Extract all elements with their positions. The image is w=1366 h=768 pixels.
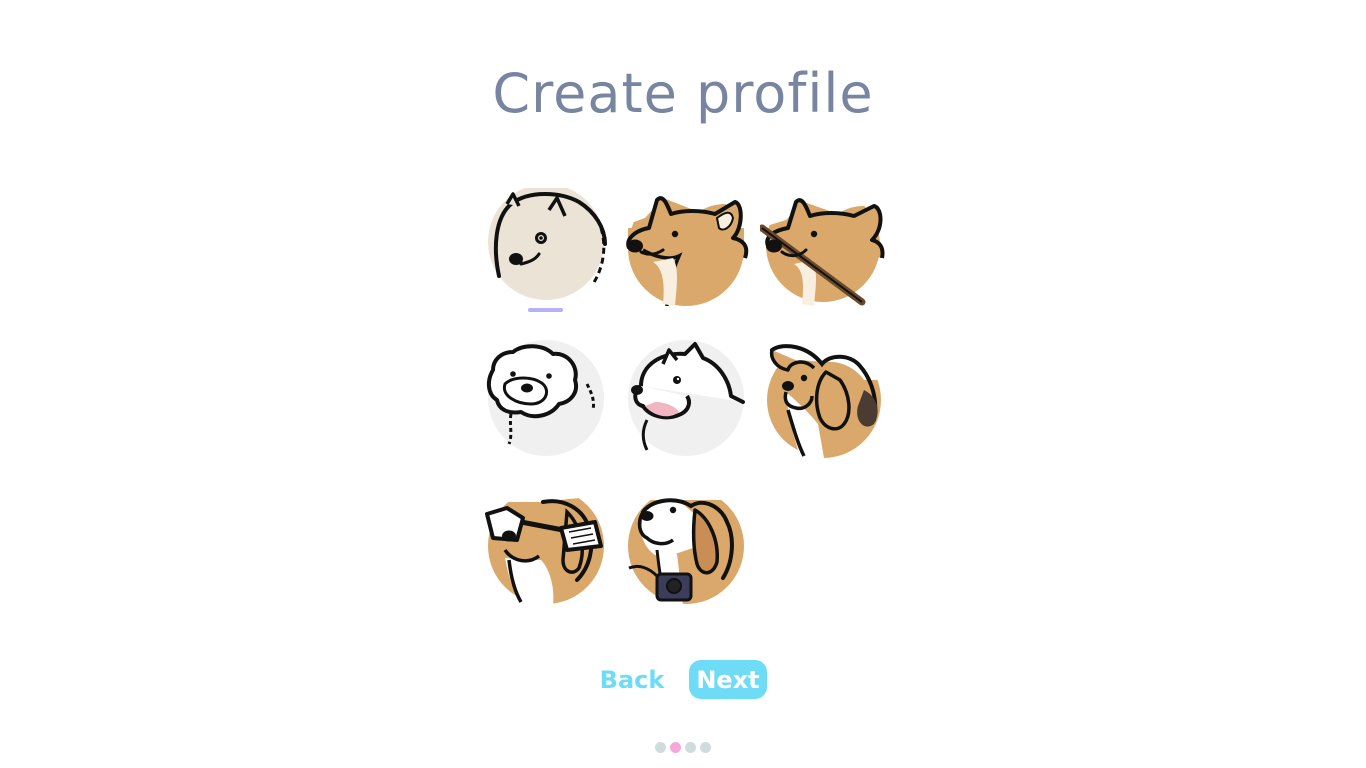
back-button[interactable]: Back bbox=[592, 660, 672, 700]
create-profile-page: Create profile Back Next bbox=[0, 0, 1366, 768]
samoyed-avatar-icon bbox=[488, 188, 607, 300]
avatar-option-bichon[interactable] bbox=[483, 340, 609, 460]
bichon-avatar-icon bbox=[486, 340, 604, 456]
step-indicator bbox=[655, 742, 715, 753]
corgi-avatar-icon bbox=[623, 188, 749, 307]
avatar-option-husky[interactable] bbox=[623, 340, 749, 460]
avatar-option-samoyed[interactable] bbox=[483, 188, 609, 308]
avatar-option-beagle[interactable] bbox=[760, 340, 886, 460]
next-button[interactable]: Next bbox=[689, 660, 767, 699]
beagle-avatar-icon bbox=[760, 340, 886, 458]
step-dot-1 bbox=[655, 742, 666, 753]
step-dot-3 bbox=[685, 742, 696, 753]
beagle-with-binoculars-avatar-icon bbox=[483, 488, 609, 606]
selected-avatar-indicator bbox=[528, 308, 563, 312]
beagle-with-camera-avatar-icon bbox=[623, 488, 749, 606]
step-dot-2 bbox=[670, 742, 681, 753]
avatar-option-corgi[interactable] bbox=[623, 188, 749, 308]
corgi-with-stick-avatar-icon bbox=[760, 188, 886, 306]
husky-avatar-icon bbox=[628, 340, 745, 456]
page-title: Create profile bbox=[492, 62, 874, 125]
avatar-option-corgi-stick[interactable] bbox=[760, 188, 886, 308]
avatar-option-beagle-binoculars[interactable] bbox=[483, 488, 609, 608]
step-dot-4 bbox=[700, 742, 711, 753]
avatar-option-beagle-camera[interactable] bbox=[623, 488, 749, 608]
avatar-grid bbox=[483, 188, 893, 608]
